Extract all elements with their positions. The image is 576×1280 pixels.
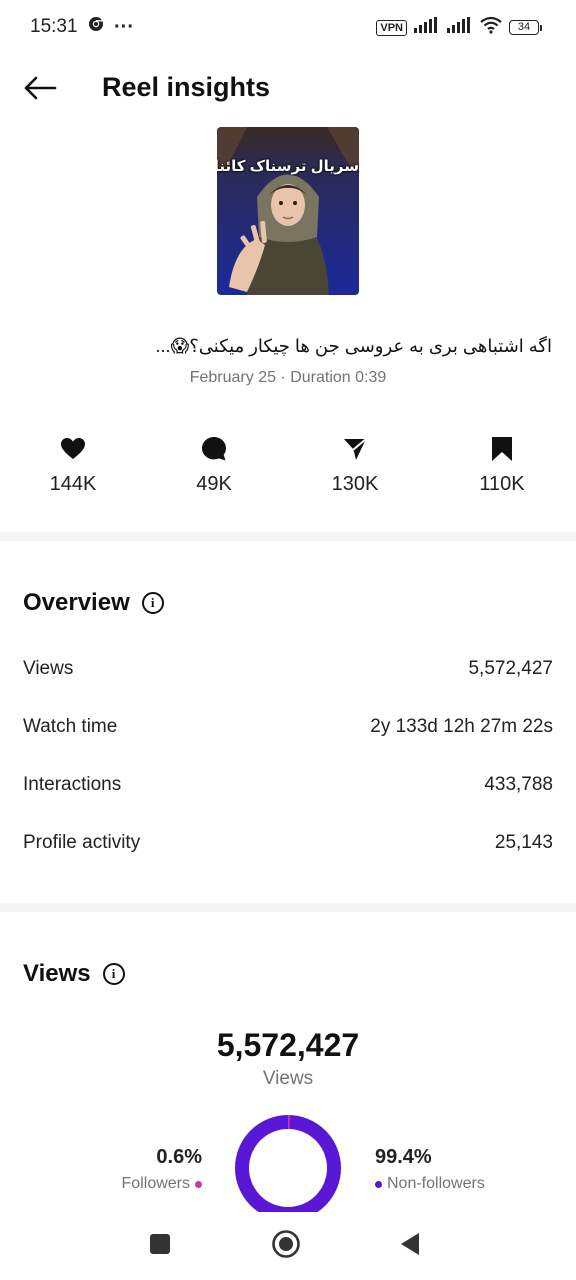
header: Reel insights	[0, 56, 576, 122]
overview-heading: Overview	[23, 589, 130, 616]
status-left-icons: ···	[88, 16, 134, 37]
non-followers-label: Non-followers	[387, 1175, 485, 1192]
overview-row-label: Watch time	[23, 716, 118, 737]
comments-count: 49K	[196, 473, 232, 495]
followers-dot	[195, 1180, 202, 1188]
overview-row-views: Views 5,572,427	[23, 654, 553, 684]
likes-count: 144K	[49, 473, 97, 495]
section-divider	[0, 903, 576, 912]
shares-stat: 130K	[300, 437, 410, 496]
system-nav-bar	[0, 1212, 576, 1280]
followers-label: Followers	[121, 1175, 190, 1192]
page-title: Reel insights	[102, 72, 271, 102]
battery-level: 34	[509, 20, 539, 35]
comments-stat: 49K	[159, 436, 269, 496]
views-total: 5,572,427	[216, 1027, 360, 1063]
status-time: 15:31	[30, 16, 78, 37]
non-followers-percent: 99.4%	[375, 1146, 432, 1168]
followers-percent: 0.6%	[156, 1146, 202, 1168]
followers-legend: 0.6% Followers	[122, 1146, 202, 1193]
shares-count: 130K	[331, 473, 379, 495]
section-divider	[0, 532, 576, 541]
battery-icon: 34	[509, 20, 542, 35]
engagement-stats: 144K 49K 130K 110K	[0, 436, 576, 507]
status-bar: 15:31 ··· VPN 34	[0, 0, 576, 56]
saves-stat: 110K	[447, 436, 557, 496]
signal-icon	[414, 17, 440, 38]
overview-row-label: Views	[23, 658, 74, 679]
recents-button[interactable]	[140, 1230, 180, 1262]
overview-row-label: Profile activity	[23, 832, 141, 853]
overview-row-interactions[interactable]: Interactions 433,788	[23, 770, 553, 800]
info-icon[interactable]: i	[102, 963, 125, 985]
views-total-label: Views	[262, 1068, 314, 1089]
views-title: Views i	[23, 960, 125, 988]
donut-non-followers-segment	[235, 1115, 341, 1221]
info-icon[interactable]: i	[141, 592, 164, 614]
send-icon	[342, 436, 368, 467]
saves-count: 110K	[479, 473, 525, 495]
signal-icon	[447, 17, 473, 38]
overview-row-value: 433,788	[484, 774, 553, 795]
views-heading: Views	[23, 960, 91, 987]
circle-icon	[271, 1229, 301, 1264]
vpn-badge: VPN	[376, 19, 407, 36]
likes-stat: 144K	[18, 437, 128, 496]
overview-title: Overview i	[23, 589, 164, 617]
overview-row-profile-activity[interactable]: Profile activity 25,143	[23, 828, 553, 858]
overview-row-value: 2y 133d 12h 27m 22s	[370, 716, 553, 737]
reel-meta: February 25 · Duration 0:39	[189, 369, 387, 386]
overview-row-value: 25,143	[494, 832, 553, 853]
overview-row-value: 5,572,427	[468, 658, 553, 679]
comment-icon	[201, 436, 227, 467]
reel-thumbnail[interactable]: سریال ترسناک کائنات	[217, 127, 359, 295]
back-button[interactable]	[18, 70, 62, 110]
overview-row-watch-time: Watch time 2y 133d 12h 27m 22s	[23, 712, 553, 742]
overview-row-label: Interactions	[23, 774, 122, 795]
triangle-back-icon	[399, 1232, 421, 1261]
square-icon	[149, 1233, 171, 1260]
non-followers-legend: 99.4% Non-followers	[375, 1146, 485, 1193]
more-notifications-icon: ···	[114, 15, 134, 38]
thumbnail-text: سریال ترسناک کائنات	[217, 158, 359, 175]
back-nav-button[interactable]	[390, 1230, 430, 1262]
reel-caption: اگه اشتباهی بری به عروسی جن ها چیکار میک…	[155, 336, 552, 356]
views-donut-chart	[235, 1115, 341, 1221]
heart-icon	[60, 437, 86, 466]
chrome-icon	[88, 16, 104, 37]
status-right-icons: VPN 34	[376, 16, 542, 39]
non-followers-dot	[375, 1180, 382, 1188]
home-button[interactable]	[266, 1229, 306, 1264]
wifi-icon	[480, 16, 502, 39]
bookmark-icon	[491, 436, 513, 467]
arrow-left-icon	[23, 76, 57, 105]
